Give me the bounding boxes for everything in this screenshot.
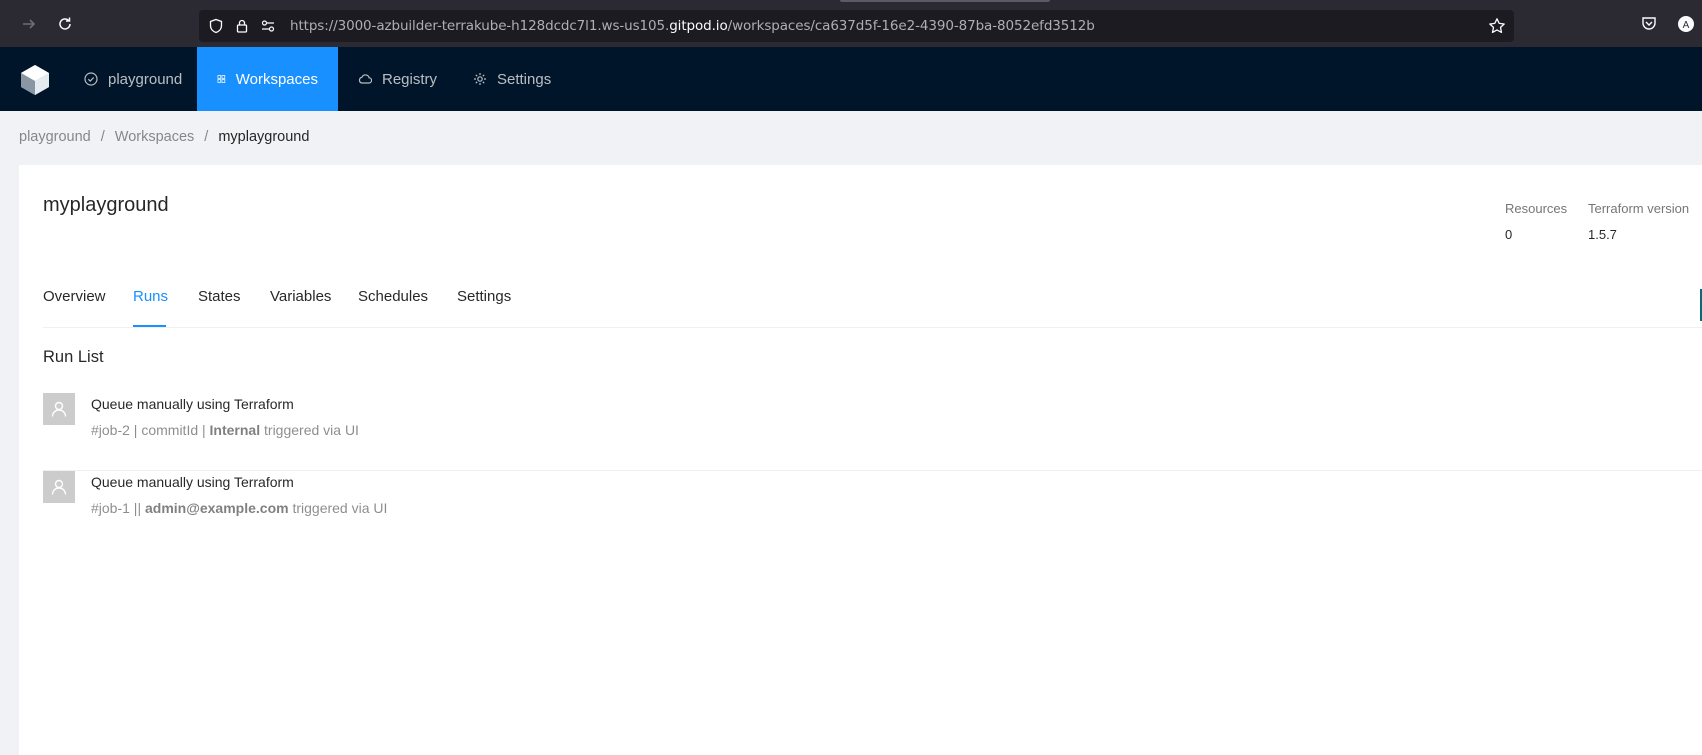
breadcrumb-separator: /: [204, 129, 209, 145]
list-item[interactable]: Queue manually using Terraform #job-1 ||…: [43, 471, 1702, 549]
run-list-title: Run List: [43, 348, 104, 366]
run-description: #job-2 | commitId | Internal triggered v…: [91, 422, 359, 438]
svg-text:A: A: [1683, 20, 1690, 31]
avatar: [43, 393, 75, 425]
page-title: myplayground: [43, 194, 169, 216]
url-bar[interactable]: https://3000-azbuilder-terrakube-h128dcd…: [199, 10, 1514, 42]
breadcrumb-item-workspaces[interactable]: Workspaces: [115, 129, 195, 145]
run-title[interactable]: Queue manually using Terraform: [91, 396, 294, 412]
menu-item-organization[interactable]: playground: [64, 47, 202, 111]
url-text: https://3000-azbuilder-terrakube-h128dcd…: [290, 18, 1095, 34]
menu-item-settings[interactable]: Settings: [453, 47, 571, 111]
tab-settings[interactable]: Settings: [457, 282, 511, 328]
run-title[interactable]: Queue manually using Terraform: [91, 474, 294, 490]
reload-icon[interactable]: [55, 14, 75, 34]
lock-icon[interactable]: [234, 18, 250, 34]
list-item[interactable]: Queue manually using Terraform #job-2 | …: [43, 393, 1702, 471]
menu-item-registry[interactable]: Registry: [338, 47, 457, 111]
pocket-icon[interactable]: [1640, 15, 1658, 33]
workspace-tabs: Overview Runs States Variables Schedules…: [43, 282, 1702, 328]
active-tab-indicator: [133, 325, 166, 327]
stat-value: 0: [1505, 227, 1513, 242]
check-circle-icon: [84, 72, 98, 86]
tab-runs[interactable]: Runs: [133, 282, 168, 328]
stat-value: 1.5.7: [1588, 227, 1617, 242]
tab-schedules[interactable]: Schedules: [358, 282, 428, 328]
browser-toolbar: https://3000-azbuilder-terrakube-h128dcd…: [0, 0, 1702, 47]
breadcrumb-item-organization[interactable]: playground: [19, 129, 91, 145]
avatar: [43, 471, 75, 503]
tab-strip-edge: [840, 0, 1050, 2]
tab-states[interactable]: States: [198, 282, 241, 328]
stat-terraform-version: Terraform version 1.5.7: [1588, 201, 1689, 242]
workspace-panel: myplayground Resources 0 Terraform versi…: [19, 165, 1702, 755]
run-description: #job-1 || admin@example.com triggered vi…: [91, 500, 388, 516]
tab-overview[interactable]: Overview: [43, 282, 106, 328]
breadcrumb-item-current: myplayground: [218, 129, 310, 145]
stat-resources: Resources 0: [1505, 201, 1567, 242]
user-icon: [51, 401, 67, 417]
menu-item-label: Settings: [497, 70, 552, 88]
menu-item-label: Workspaces: [235, 70, 318, 88]
stat-label: Resources: [1505, 201, 1568, 216]
tab-variables[interactable]: Variables: [270, 282, 331, 328]
menu-item-label: playground: [108, 70, 183, 88]
menu-item-label: Registry: [382, 70, 438, 88]
user-icon: [51, 479, 67, 495]
shield-icon[interactable]: [208, 18, 224, 34]
breadcrumb-separator: /: [100, 129, 105, 145]
permissions-icon[interactable]: [260, 18, 276, 34]
gear-icon: [474, 73, 486, 85]
app-header: playground Workspaces Registry Settings: [0, 47, 1702, 111]
account-icon[interactable]: A: [1677, 15, 1695, 33]
menu-item-workspaces[interactable]: Workspaces: [197, 47, 338, 111]
cloud-icon: [358, 74, 372, 84]
bookmark-star-icon[interactable]: [1488, 17, 1506, 35]
grid-icon: [217, 75, 226, 83]
stat-label: Terraform version: [1588, 201, 1690, 216]
terrakube-logo-icon[interactable]: [18, 63, 52, 97]
breadcrumb: playground / Workspaces / myplayground: [19, 129, 309, 145]
forward-icon[interactable]: [19, 14, 39, 34]
